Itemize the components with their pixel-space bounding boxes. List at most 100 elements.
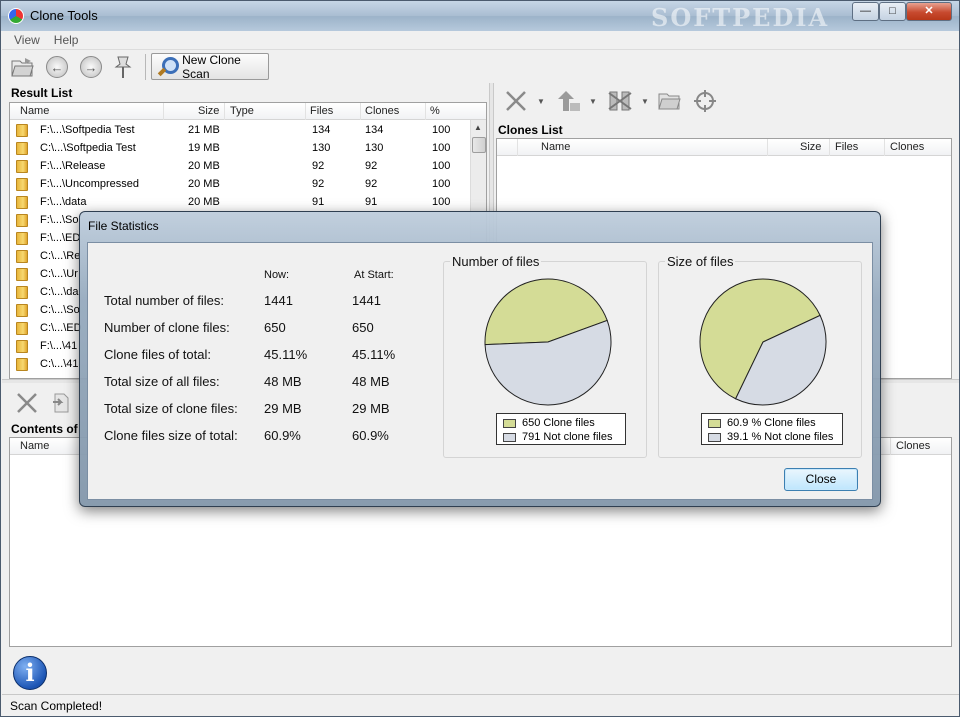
cell-name: C:\...\da bbox=[40, 286, 79, 298]
folder-icon bbox=[16, 286, 28, 299]
move-up-icon[interactable] bbox=[556, 89, 582, 119]
document-icon[interactable] bbox=[51, 392, 71, 420]
contents-col-name[interactable]: Name bbox=[20, 440, 49, 452]
open-clone-folder-icon[interactable] bbox=[658, 89, 682, 117]
legend-item-clone: 650 Clone files bbox=[503, 416, 595, 430]
cell-files: 92 bbox=[312, 178, 325, 190]
remove-icon[interactable] bbox=[15, 391, 39, 421]
table-row[interactable]: F:\...\data 20 MB 91 91 100 bbox=[10, 193, 486, 211]
compare-dropdown-icon[interactable]: ▼ bbox=[641, 97, 649, 106]
close-window-button[interactable]: ✕ bbox=[906, 2, 952, 21]
cell-name: C:\...\So bbox=[40, 304, 80, 316]
cell-pct: 100 bbox=[432, 178, 451, 190]
stat-label: Total size of all files: bbox=[104, 374, 220, 389]
swatch-not-clone bbox=[503, 432, 516, 442]
cell-files: 91 bbox=[312, 196, 325, 208]
col-name[interactable]: Name bbox=[20, 105, 49, 117]
folder-icon bbox=[16, 304, 28, 317]
swatch-clone bbox=[503, 418, 516, 428]
table-row[interactable]: C:\...\Softpedia Test 19 MB 130 130 100 bbox=[10, 139, 486, 157]
folder-icon bbox=[16, 142, 28, 155]
legend-label-clone: 650 Clone files bbox=[522, 417, 595, 429]
cell-name: C:\...\Softpedia Test bbox=[40, 142, 136, 154]
stat-start: 60.9% bbox=[352, 428, 389, 443]
minimize-button[interactable]: — bbox=[852, 2, 879, 21]
col-pct[interactable]: % bbox=[430, 105, 440, 117]
clones-col-size[interactable]: Size bbox=[800, 141, 821, 153]
stat-start: 45.11% bbox=[352, 347, 396, 362]
info-icon[interactable]: i bbox=[13, 656, 47, 690]
col-files[interactable]: Files bbox=[310, 105, 333, 117]
cell-clones: 130 bbox=[365, 142, 384, 154]
folder-icon bbox=[16, 232, 28, 245]
table-row[interactable]: F:\...\Uncompressed 20 MB 92 92 100 bbox=[10, 175, 486, 193]
folder-icon bbox=[16, 124, 28, 137]
clones-col-name[interactable]: Name bbox=[541, 141, 570, 153]
maximize-button[interactable]: □ bbox=[879, 2, 906, 21]
menu-help[interactable]: Help bbox=[46, 31, 85, 47]
swatch-clone-size bbox=[708, 418, 721, 428]
legend-item-not-clone-size: 39.1 % Not clone files bbox=[708, 430, 833, 444]
cell-name: F:\...\Release bbox=[40, 160, 106, 172]
delete-icon[interactable] bbox=[504, 89, 528, 119]
clones-col-files[interactable]: Files bbox=[835, 141, 858, 153]
new-clone-scan-label: New Clone Scan bbox=[182, 52, 241, 81]
clones-list-header: Name Size Files Clones bbox=[497, 139, 951, 156]
open-folder-icon[interactable] bbox=[10, 54, 36, 80]
cell-files: 92 bbox=[312, 160, 325, 172]
app-icon bbox=[8, 8, 24, 24]
folder-icon bbox=[16, 196, 28, 209]
col-size[interactable]: Size bbox=[198, 105, 219, 117]
table-row[interactable]: F:\...\Release 20 MB 92 92 100 bbox=[10, 157, 486, 175]
compare-icon[interactable] bbox=[607, 89, 633, 119]
folder-icon bbox=[16, 178, 28, 191]
scroll-up-icon[interactable]: ▲ bbox=[474, 123, 482, 132]
forward-icon[interactable]: → bbox=[78, 54, 104, 80]
cell-name: C:\...\Re bbox=[40, 250, 81, 262]
stat-start: 48 MB bbox=[352, 374, 390, 389]
legend-item-clone-size: 60.9 % Clone files bbox=[708, 416, 816, 430]
new-clone-scan-button[interactable]: New Clone Scan bbox=[151, 52, 269, 81]
main-toolbar: ← → New Clone Scan bbox=[2, 50, 959, 83]
cell-name: C:\...\Ur bbox=[40, 268, 78, 280]
cell-pct: 100 bbox=[432, 160, 451, 172]
col-type[interactable]: Type bbox=[230, 105, 254, 117]
number-of-files-pie bbox=[484, 278, 612, 406]
title-bar[interactable]: Clone Tools SOFTPEDIA — □ ✕ bbox=[1, 1, 959, 32]
cell-clones: 134 bbox=[365, 124, 384, 136]
col-now-label: Now: bbox=[264, 269, 290, 281]
clones-col-clones[interactable]: Clones bbox=[890, 141, 924, 153]
number-of-files-group: Number of files 650 Clone files 791 Not … bbox=[443, 254, 647, 458]
magnifier-icon bbox=[156, 56, 180, 78]
cell-name: C:\...\41 bbox=[40, 358, 79, 370]
number-of-files-legend: 650 Clone files 791 Not clone files bbox=[496, 413, 626, 445]
cell-name: F:\...\data bbox=[40, 196, 87, 208]
size-of-files-pie bbox=[699, 278, 827, 406]
cell-files: 134 bbox=[312, 124, 331, 136]
cell-name: F:\...\Softpedia Test bbox=[40, 124, 135, 136]
dialog-title: File Statistics bbox=[88, 219, 159, 233]
cell-name: F:\...\So bbox=[40, 214, 79, 226]
cell-pct: 100 bbox=[432, 142, 451, 154]
scroll-thumb[interactable] bbox=[472, 137, 486, 153]
contents-col-clones[interactable]: Clones bbox=[896, 440, 930, 452]
cell-clones: 92 bbox=[365, 178, 378, 190]
back-icon[interactable]: ← bbox=[44, 54, 70, 80]
dialog-client: Now: At Start: Total number of files: 144… bbox=[87, 242, 873, 500]
target-icon[interactable] bbox=[693, 89, 717, 119]
table-row[interactable]: F:\...\Softpedia Test 21 MB 134 134 100 bbox=[10, 121, 486, 139]
stat-now: 45.11% bbox=[264, 347, 308, 362]
col-clones[interactable]: Clones bbox=[365, 105, 399, 117]
size-of-files-group: Size of files 60.9 % Clone files 39.1 % … bbox=[658, 254, 862, 458]
cell-pct: 100 bbox=[432, 196, 451, 208]
menu-view[interactable]: View bbox=[2, 31, 46, 47]
contents-label: Contents of bbox=[11, 422, 78, 436]
cell-size: 20 MB bbox=[188, 178, 220, 190]
close-button[interactable]: Close bbox=[784, 468, 858, 491]
legend-label-not-clone: 791 Not clone files bbox=[522, 431, 613, 443]
stat-label: Total number of files: bbox=[104, 293, 224, 308]
delete-dropdown-icon[interactable]: ▼ bbox=[537, 97, 545, 106]
pin-icon[interactable] bbox=[110, 54, 136, 80]
move-dropdown-icon[interactable]: ▼ bbox=[589, 97, 597, 106]
stat-label: Number of clone files: bbox=[104, 320, 230, 335]
